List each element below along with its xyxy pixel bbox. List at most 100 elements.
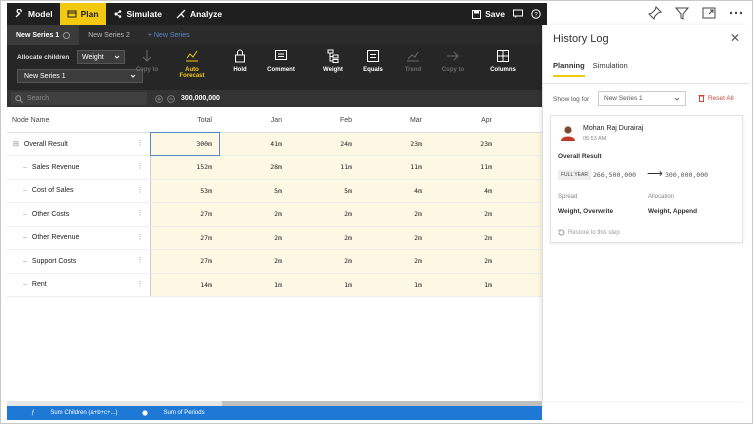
row-menu-icon[interactable]: ⋮ [137, 139, 144, 147]
cell-total[interactable]: 53m [150, 179, 220, 203]
cell-mar[interactable]: 23m [360, 132, 430, 156]
filter-icon[interactable] [672, 3, 692, 23]
cell-mar[interactable]: 2m [360, 226, 430, 250]
sum-periods-indicator[interactable]: Sum of Periods [130, 410, 205, 416]
cell-feb[interactable]: 11m [290, 155, 360, 180]
cell-jan[interactable]: 41m [220, 132, 290, 156]
menu-simulate[interactable]: Simulate [106, 3, 169, 25]
cell-total[interactable]: 27m [150, 249, 220, 274]
cell-mar[interactable]: 2m [360, 249, 430, 274]
more-options-icon[interactable] [726, 3, 746, 23]
hold-button[interactable]: Hold [220, 49, 260, 87]
show-log-select[interactable]: New Series 1 [598, 91, 686, 106]
row-node-name[interactable]: – Rent ⋮ [7, 273, 151, 297]
info-icon[interactable]: ? [531, 9, 541, 19]
comment-icon[interactable] [513, 9, 523, 19]
cell-feb[interactable]: 1m [290, 273, 360, 297]
cell-may[interactable] [500, 202, 542, 227]
header-mar[interactable]: Mar [360, 110, 430, 133]
cell-jan[interactable]: 2m [220, 226, 290, 250]
row-menu-icon[interactable]: ⋮ [137, 186, 144, 194]
cell-apr[interactable]: 2m [430, 249, 500, 274]
header-total[interactable]: Total [150, 110, 220, 133]
cell-feb[interactable]: 2m [290, 249, 360, 274]
save-button[interactable]: Save [472, 3, 505, 25]
cell-mar[interactable]: 4m [360, 179, 430, 203]
copy-to-button[interactable]: Copy to [127, 49, 167, 87]
cell-may[interactable] [500, 155, 542, 180]
cell-jan[interactable]: 1m [220, 273, 290, 297]
collapse-all-icon[interactable] [167, 94, 175, 103]
cell-total[interactable]: 14m [150, 273, 220, 297]
collapse-icon[interactable]: ⊟ [13, 141, 19, 148]
columns-button[interactable]: Columns [483, 49, 523, 87]
header-apr[interactable]: Apr [430, 110, 500, 133]
cell-may[interactable] [500, 226, 542, 250]
trend-button[interactable]: Trend [393, 49, 433, 87]
cell-total[interactable]: 152m [150, 155, 220, 180]
cell-feb[interactable]: 2m [290, 226, 360, 250]
row-node-name[interactable]: – Sales Revenue ⋮ [7, 155, 151, 180]
row-menu-icon[interactable]: ⋮ [137, 209, 144, 217]
row-node-name[interactable]: – Cost of Sales ⋮ [7, 179, 151, 203]
equals-button[interactable]: Equals [353, 49, 393, 87]
header-node-name[interactable]: Node Name [7, 110, 150, 133]
cell-mar[interactable]: 2m [360, 202, 430, 227]
reset-all-button[interactable]: Reset All [698, 94, 734, 102]
cell-mar[interactable]: 11m [360, 155, 430, 180]
cell-jan[interactable]: 2m [220, 202, 290, 227]
weight-button[interactable]: Weight [313, 49, 353, 87]
cell-apr[interactable]: 11m [430, 155, 500, 180]
add-series-button[interactable]: + New Series [139, 25, 199, 45]
focus-mode-icon[interactable] [699, 3, 719, 23]
expand-all-icon[interactable] [155, 94, 163, 103]
search-input[interactable]: Search [11, 92, 147, 105]
cell-jan[interactable]: 5m [220, 179, 290, 203]
cell-may[interactable] [500, 249, 542, 274]
cell-may[interactable] [500, 273, 542, 297]
menu-analyze[interactable]: Analyze [169, 3, 229, 25]
row-menu-icon[interactable]: ⋮ [137, 162, 144, 170]
cell-feb[interactable]: 2m [290, 202, 360, 227]
cell-apr[interactable]: 1m [430, 273, 500, 297]
tab-planning[interactable]: Planning [553, 61, 585, 77]
cell-total[interactable]: 27m [150, 202, 220, 227]
cell-jan[interactable]: 2m [220, 249, 290, 274]
cell-apr[interactable]: 2m [430, 226, 500, 250]
cell-total[interactable]: 300m [150, 132, 220, 156]
tab-new-series-1[interactable]: New Series 1 [7, 25, 80, 45]
cell-may[interactable] [500, 132, 542, 156]
row-node-name[interactable]: – Other Costs ⋮ [7, 202, 151, 227]
pin-icon[interactable] [645, 3, 665, 23]
allocate-children-select[interactable]: Weight [77, 50, 125, 64]
series-select[interactable]: New Series 1 [17, 69, 143, 83]
cell-jan[interactable]: 28m [220, 155, 290, 180]
row-menu-icon[interactable]: ⋮ [137, 233, 144, 241]
sum-children-indicator[interactable]: ƒ Sum Children (a+b+c+...) [19, 410, 118, 416]
menu-model[interactable]: Model [7, 3, 60, 25]
cell-apr[interactable]: 2m [430, 202, 500, 227]
cell-total[interactable]: 27m [150, 226, 220, 250]
cell-may[interactable] [500, 179, 542, 203]
row-node-name[interactable]: – Support Costs ⋮ [7, 249, 151, 274]
comment-button[interactable]: Comment [261, 49, 301, 87]
auto-forecast-button[interactable]: Auto Forecast [172, 49, 212, 87]
cell-feb[interactable]: 5m [290, 179, 360, 203]
tab-close-icon[interactable] [63, 31, 71, 39]
cell-apr[interactable]: 4m [430, 179, 500, 203]
row-menu-icon[interactable]: ⋮ [137, 256, 144, 264]
cell-apr[interactable]: 23m [430, 132, 500, 156]
cell-feb[interactable]: 24m [290, 132, 360, 156]
tab-simulation[interactable]: Simulation [593, 61, 628, 77]
copy-to-right-button[interactable]: Copy to [433, 49, 473, 87]
row-node-name[interactable]: ⊟ Overall Result ⋮ [7, 132, 151, 156]
tab-new-series-2[interactable]: New Series 2 [79, 25, 139, 45]
header-jan[interactable]: Jan [220, 110, 290, 133]
header-may[interactable] [500, 110, 542, 133]
menu-plan[interactable]: Plan [59, 3, 106, 25]
restore-step-button[interactable]: Restore to this step [558, 229, 620, 236]
close-icon[interactable]: ✕ [730, 31, 740, 45]
row-menu-icon[interactable]: ⋮ [137, 280, 144, 288]
cell-mar[interactable]: 1m [360, 273, 430, 297]
header-feb[interactable]: Feb [290, 110, 360, 133]
